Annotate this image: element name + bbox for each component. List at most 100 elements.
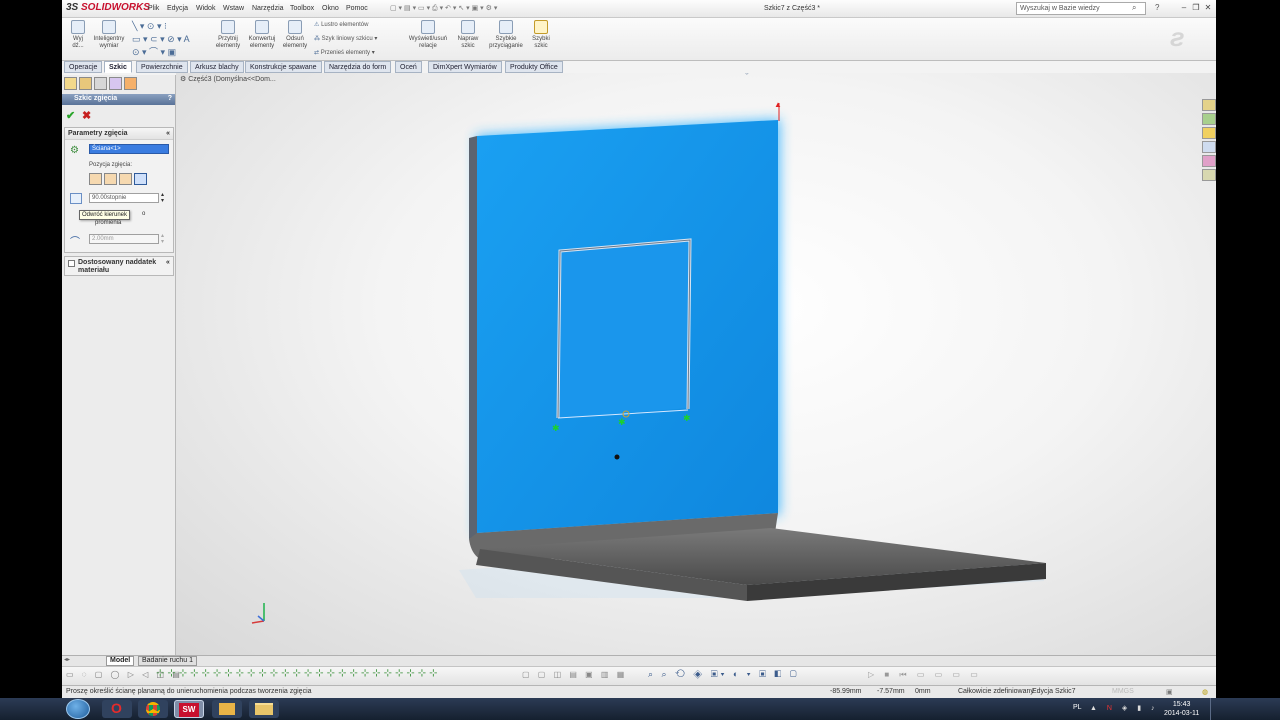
menu-insert[interactable]: Wstaw xyxy=(223,5,244,12)
menu-file[interactable]: Plik xyxy=(148,5,159,12)
system-clock[interactable]: 15:43 2014-03-11 xyxy=(1164,700,1199,718)
custom-properties-icon[interactable] xyxy=(1202,169,1216,181)
trim-entities-button[interactable]: Przytnij elementy xyxy=(212,20,244,50)
misc-tools[interactable]: ▢ ▢ ◫ ▤ ▣ ▥ ▦ xyxy=(522,670,627,679)
pm-help-icon[interactable]: ? xyxy=(168,95,172,102)
tab-office-products[interactable]: Produkty Office xyxy=(505,61,563,73)
trim-icon xyxy=(221,20,235,34)
display-relations-button[interactable]: Wyświetl/usuń relacje xyxy=(404,20,452,50)
view-tools[interactable]: ⌕ ⌕ ⟲ ◈ ▣▾ ◐ ▾ ▣ ◧ ▢ xyxy=(648,669,800,680)
sketch-entities-grid[interactable]: ╲ ▾ ⊙ ▾ ⁝ ▭ ▾ ⊂ ▾ ⊘ ▾ A ⊙ ▾ ⌒ ▾ ▣ xyxy=(132,20,212,59)
taskbar-explorer[interactable] xyxy=(249,700,279,718)
exit-sketch-button[interactable]: Wyj dź... xyxy=(68,20,88,50)
tab-weldments[interactable]: Konstrukcje spawane xyxy=(245,61,322,73)
show-desktop-button[interactable] xyxy=(1210,698,1216,720)
exit-sketch-icon xyxy=(71,20,85,34)
material-inside-button[interactable] xyxy=(104,173,117,185)
bend-centerline-button[interactable] xyxy=(89,173,102,185)
bend-parameters-title[interactable]: Parametry zgięcia « xyxy=(65,128,173,140)
minimize-button[interactable]: – xyxy=(1178,3,1190,14)
media-player-icon xyxy=(219,703,235,715)
sketch-midpoint[interactable]: ✱ xyxy=(618,417,626,427)
tab-features[interactable]: Operacje xyxy=(64,61,103,73)
view-palette-icon[interactable] xyxy=(1202,141,1216,153)
status-resize-icon[interactable]: ▣ xyxy=(1166,688,1173,696)
menu-edit[interactable]: Edycja xyxy=(167,5,188,12)
restore-button[interactable]: ❐ xyxy=(1190,3,1202,14)
status-rebuild-icon[interactable]: ◍ xyxy=(1202,688,1208,696)
resources-icon[interactable] xyxy=(1202,99,1216,111)
menu-window[interactable]: Okno xyxy=(322,5,339,12)
design-library-icon[interactable] xyxy=(1202,113,1216,125)
status-units[interactable]: MMGS xyxy=(1112,688,1134,695)
property-manager-icon[interactable] xyxy=(79,77,92,90)
wall-edge xyxy=(469,136,477,539)
menu-help[interactable]: Pomoc xyxy=(346,5,368,12)
rapid-sketch-button[interactable]: Szybki szkic xyxy=(530,20,552,50)
tab-sheet-metal[interactable]: Arkusz blachy xyxy=(190,61,244,73)
status-definition-state: Całkowicie zdefiniowany xyxy=(958,688,1034,695)
configuration-manager-icon[interactable] xyxy=(94,77,107,90)
tray-icons[interactable]: ▲ N ◈ ▮ ♪ xyxy=(1090,704,1159,712)
file-explorer-icon[interactable] xyxy=(1202,127,1216,139)
graphics-area[interactable]: ⚙ Część3 (Domyślna<<Dom... ⌕ ⌕ ⟲ ▣▾ ◈▾ ◐… xyxy=(176,73,1216,655)
start-button[interactable] xyxy=(66,699,90,719)
taskbar-solidworks[interactable]: SW xyxy=(174,700,204,718)
tab-sketch[interactable]: Szkic xyxy=(104,61,132,73)
tab-mold-tools[interactable]: Narzędzia do form xyxy=(324,61,392,73)
convert-entities-button[interactable]: Konwertuj elementy xyxy=(246,20,278,50)
bend-radius-field[interactable]: 2.00mm xyxy=(89,234,159,244)
tab-scroll-arrows[interactable]: ◂▸ xyxy=(64,656,70,663)
angle-spinner[interactable]: ▴ ▾ xyxy=(161,192,164,204)
playback-tools[interactable]: ▷ ■ ⏮ ▭ ▭ ▭ ▭ xyxy=(868,670,982,680)
reverse-direction-button[interactable] xyxy=(70,193,82,204)
model-tabs-bar: ◂▸ Model Badanie ruchu 1 xyxy=(62,655,1216,666)
model-view[interactable]: ✱ ✱ ✱ ▲ xyxy=(176,73,1216,655)
sketch-endpoint-left[interactable]: ✱ xyxy=(552,423,560,433)
tab-evaluate[interactable]: Oceń xyxy=(395,61,422,73)
tab-model[interactable]: Model xyxy=(106,656,135,666)
move-entities-button[interactable]: ⇄ Przenieś elementy ▾ xyxy=(314,49,375,56)
search-input[interactable]: Wyszukaj w Bazie wiedzy xyxy=(1016,2,1146,15)
linear-pattern-button[interactable]: ⁂ Szyk liniowy szkicu ▾ xyxy=(314,35,377,42)
language-indicator[interactable]: PL xyxy=(1073,704,1082,711)
search-icon[interactable]: ⌕ xyxy=(1132,3,1136,13)
material-outside-button[interactable] xyxy=(119,173,132,185)
convert-icon xyxy=(255,20,269,34)
task-pane-tabs xyxy=(1202,99,1216,181)
mirror-entities-button[interactable]: ⚠ Lustro elementów xyxy=(314,21,368,28)
solidworks-logo[interactable]: 3S SOLIDWORKS xyxy=(66,2,150,13)
appearances-icon[interactable] xyxy=(1202,155,1216,167)
taskbar-opera[interactable]: O xyxy=(102,700,132,718)
taskbar-chrome[interactable] xyxy=(138,700,168,718)
display-manager-icon[interactable] xyxy=(124,77,137,90)
quick-access-toolbar[interactable]: ▢ ▾ ▤ ▾ ▭ ▾ ⎙ ▾ ↶ ▾ ↖ ▾ ▣ ▾ ⚙ ▾ xyxy=(390,4,497,13)
tab-motion-study[interactable]: Badanie ruchu 1 xyxy=(138,656,197,666)
relation-tools[interactable]: ⊹⊹⊹⊹⊹⊹⊹⊹⊹⊹⊹⊹⊹⊹⊹⊹⊹⊹⊹⊹⊹⊹⊹⊹⊹ xyxy=(156,668,440,679)
dimxpert-manager-icon[interactable] xyxy=(109,77,122,90)
tab-surfaces[interactable]: Powierzchnie xyxy=(136,61,188,73)
offset-entities-button[interactable]: Odsuń elementy xyxy=(280,20,310,50)
tab-dimxpert[interactable]: DimXpert Wymiarów xyxy=(428,61,502,73)
quick-snaps-button[interactable]: Szybkie przyciąganie xyxy=(486,20,526,50)
ok-check-button[interactable]: ✔ xyxy=(66,109,75,122)
bend-angle-field[interactable]: 90.00stopnie xyxy=(89,193,159,203)
fixed-face-field[interactable]: Ściana<1> xyxy=(89,144,169,154)
bend-outside-button[interactable] xyxy=(134,173,147,185)
menu-tools[interactable]: Narzędzia xyxy=(252,5,284,12)
radius-spinner[interactable]: ▴ ▾ xyxy=(161,233,164,245)
custom-allowance-header[interactable]: Dostosowany naddatek materiału « xyxy=(65,257,173,277)
feature-tree-icon[interactable] xyxy=(64,77,77,90)
repair-sketch-button[interactable]: Napraw szkic xyxy=(455,20,481,50)
taskbar-media-player[interactable] xyxy=(212,700,242,718)
smart-dimension-button[interactable]: Inteligentny wymiar xyxy=(90,20,128,50)
menu-toolbox[interactable]: Toolbox xyxy=(290,5,314,12)
cancel-x-button[interactable]: ✖ xyxy=(82,109,91,122)
sketch-endpoint-right[interactable]: ✱ xyxy=(683,413,691,423)
menu-view[interactable]: Widok xyxy=(196,5,215,12)
close-button[interactable]: ✕ xyxy=(1202,3,1214,14)
custom-allowance-checkbox[interactable] xyxy=(68,260,75,267)
help-icon[interactable]: ? xyxy=(1155,3,1159,12)
triad-x-axis xyxy=(251,620,265,624)
sketch-origin-point[interactable] xyxy=(614,454,620,460)
